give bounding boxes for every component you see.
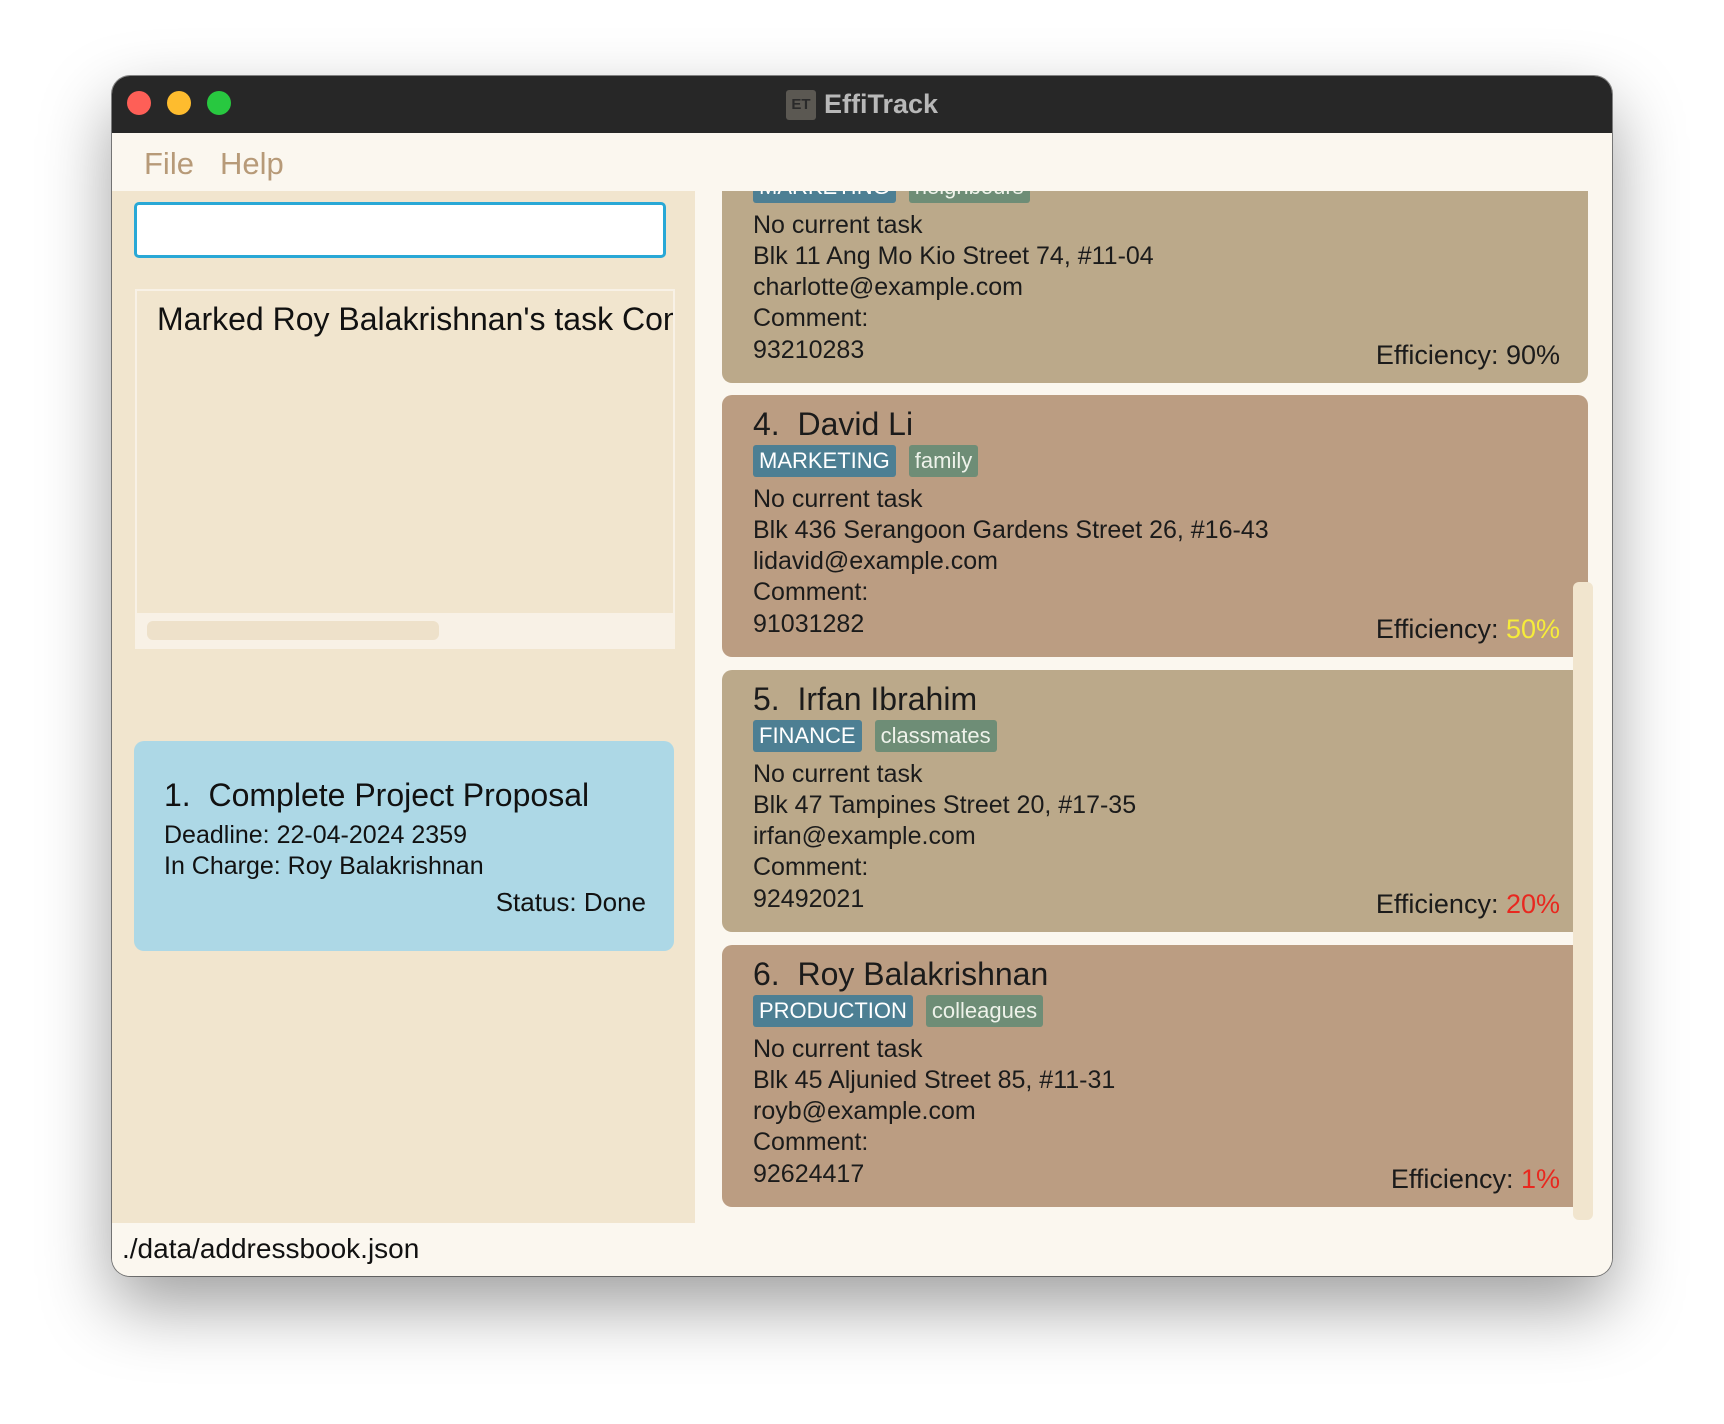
department-tag: MARKETING — [753, 191, 896, 203]
person-name: 4. David Li — [753, 406, 914, 442]
group-tag: colleagues — [925, 995, 1044, 1027]
task-card[interactable]: 1. Complete Project Proposal Deadline: 2… — [134, 741, 674, 951]
person-card[interactable]: 4. David Li MARKETING family No current … — [722, 395, 1588, 657]
person-email: royb@example.com — [753, 1097, 976, 1125]
app-logo-icon: ET — [785, 89, 816, 120]
app-window: ET EffiTrack File Help Marked Roy Balakr… — [112, 76, 1612, 1276]
window-title: EffiTrack — [823, 89, 939, 119]
person-address: Blk 47 Tampines Street 20, #17-35 — [753, 791, 1137, 819]
task-status: Status: Done — [495, 887, 646, 917]
result-display: Marked Roy Balakrishnan's task Completed — [135, 289, 675, 649]
menu-bar: File Help — [112, 133, 1612, 191]
person-email: lidavid@example.com — [753, 547, 998, 575]
title-group: ET EffiTrack — [112, 76, 1612, 133]
left-panel: Marked Roy Balakrishnan's task Completed… — [112, 191, 695, 1223]
person-efficiency: Efficiency: 20% — [1375, 889, 1560, 919]
data-file-path: ./data/addressbook.json — [122, 1233, 420, 1264]
group-tag: classmates — [874, 720, 997, 752]
person-comment: Comment: — [753, 853, 869, 881]
menu-help[interactable]: Help — [220, 146, 284, 182]
person-efficiency: Efficiency: 50% — [1375, 614, 1560, 644]
person-list-scrollbar[interactable] — [1573, 582, 1593, 1220]
person-phone: 92624417 — [753, 1160, 865, 1188]
person-card[interactable]: 6. Roy Balakrishnan PRODUCTION colleague… — [722, 945, 1588, 1207]
task-deadline: Deadline: 22-04-2024 2359 — [164, 821, 468, 849]
group-tag: neighbours — [908, 191, 1030, 203]
title-bar: ET EffiTrack — [112, 76, 1612, 133]
person-task: No current task — [753, 1035, 923, 1063]
person-card[interactable]: MARKETING neighbours No current task Blk… — [722, 191, 1588, 383]
person-email: charlotte@example.com — [753, 273, 1023, 301]
result-message: Marked Roy Balakrishnan's task Completed — [157, 301, 673, 337]
result-horizontal-scrollbar[interactable] — [137, 613, 673, 647]
person-address: Blk 11 Ang Mo Kio Street 74, #11-04 — [753, 242, 1154, 270]
department-tag: MARKETING — [753, 445, 896, 477]
person-phone: 93210283 — [753, 336, 865, 364]
task-in-charge: In Charge: Roy Balakrishnan — [164, 852, 484, 880]
person-tags: MARKETING neighbours — [753, 191, 1043, 203]
person-tags: FINANCE classmates — [753, 720, 1010, 752]
person-address: Blk 436 Serangoon Gardens Street 26, #16… — [753, 516, 1269, 544]
person-efficiency: Efficiency: 1% — [1390, 1164, 1560, 1194]
result-scroll-thumb[interactable] — [147, 621, 439, 640]
person-task: No current task — [753, 211, 923, 239]
person-phone: 91031282 — [753, 610, 865, 638]
menu-file[interactable]: File — [144, 146, 194, 182]
command-input[interactable] — [134, 202, 666, 258]
person-task: No current task — [753, 485, 923, 513]
person-phone: 92492021 — [753, 885, 865, 913]
person-tags: PRODUCTION colleagues — [753, 995, 1056, 1027]
person-email: irfan@example.com — [753, 822, 976, 850]
person-efficiency: Efficiency: 90% — [1375, 340, 1560, 370]
department-tag: PRODUCTION — [753, 995, 913, 1027]
task-title: 1. Complete Project Proposal — [164, 777, 590, 813]
group-tag: family — [908, 445, 979, 477]
person-comment: Comment: — [753, 1128, 869, 1156]
person-comment: Comment: — [753, 304, 869, 332]
person-list[interactable]: MARKETING neighbours No current task Blk… — [695, 191, 1612, 1223]
person-name: 5. Irfan Ibrahim — [753, 681, 978, 717]
status-bar: ./data/addressbook.json — [112, 1223, 1612, 1276]
person-card[interactable]: 5. Irfan Ibrahim FINANCE classmates No c… — [722, 670, 1588, 932]
person-name: 6. Roy Balakrishnan — [753, 956, 1049, 992]
person-tags: MARKETING family — [753, 445, 991, 477]
person-address: Blk 45 Aljunied Street 85, #11-31 — [753, 1066, 1116, 1094]
person-task: No current task — [753, 760, 923, 788]
department-tag: FINANCE — [753, 720, 862, 752]
person-comment: Comment: — [753, 578, 869, 606]
